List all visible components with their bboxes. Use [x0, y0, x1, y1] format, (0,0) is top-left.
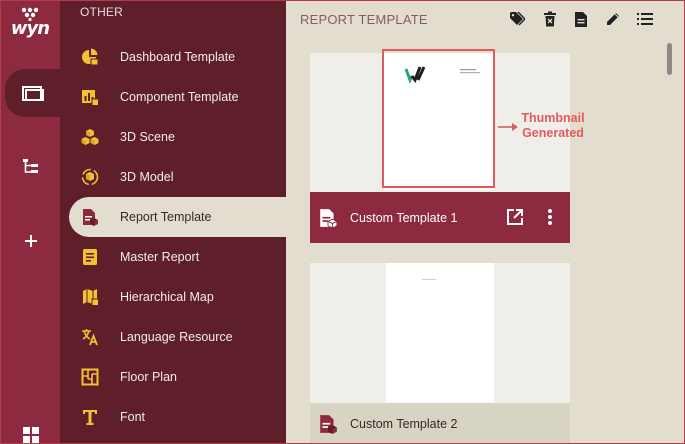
template-card-2[interactable]: Custom Template 2 — [310, 263, 570, 443]
category-font[interactable]: Font — [69, 397, 286, 437]
report-icon — [83, 209, 98, 226]
report-icon — [320, 415, 337, 434]
category-component-template[interactable]: Component Template — [69, 77, 286, 117]
category-label: 3D Scene — [120, 130, 175, 144]
font-icon — [83, 410, 97, 425]
tag-button[interactable] — [508, 10, 526, 28]
category-label: Master Report — [120, 250, 200, 264]
icon-rail: wyn — [1, 1, 60, 443]
template-name: Custom Template 1 — [350, 210, 458, 225]
category-label: Dashboard Template — [120, 50, 236, 64]
logo-text: wyn — [10, 18, 50, 39]
category-label: Font — [120, 410, 146, 424]
edit-icon — [607, 13, 619, 25]
category-label: Floor Plan — [120, 370, 177, 384]
annotation-arrow-icon — [498, 123, 518, 131]
open-template-button[interactable] — [506, 208, 524, 231]
scrollbar-thumb[interactable] — [667, 43, 672, 75]
category-floor-plan[interactable]: Floor Plan — [69, 357, 286, 397]
category-hierarchical-map[interactable]: Hierarchical Map — [69, 277, 286, 317]
category-report-template[interactable]: Report Template — [69, 197, 286, 237]
template-name: Custom Template 2 — [350, 417, 458, 431]
category-language-resource[interactable]: Language Resource — [69, 317, 286, 357]
pie-chart-icon — [82, 48, 99, 66]
more-vertical-icon — [548, 209, 552, 225]
thumbnail-highlight-box — [382, 49, 495, 188]
rail-add-button[interactable] — [1, 217, 60, 265]
grid-icon — [22, 427, 39, 443]
category-panel: OTHER Dashboard Template Component Templ… — [60, 1, 286, 443]
category-3d-scene[interactable]: 3D Scene — [69, 117, 286, 157]
report-icon — [320, 208, 338, 228]
hierarchy-icon — [22, 159, 38, 173]
wyn-logo[interactable]: wyn — [7, 5, 53, 45]
template-card-footer: Custom Template 2 — [310, 403, 570, 443]
category-label: Hierarchical Map — [120, 290, 214, 304]
category-section-title: OTHER — [80, 5, 123, 19]
tag-icon — [510, 11, 525, 26]
category-label: Report Template — [120, 210, 212, 224]
list-icon — [637, 13, 653, 25]
delete-icon — [544, 11, 556, 27]
template-thumbnail — [386, 263, 494, 403]
master-report-icon — [83, 249, 97, 265]
rail-apps-button[interactable] — [1, 411, 60, 443]
page-title: REPORT TEMPLATE — [300, 12, 428, 27]
app-window: wyn OTHER Dashboard Template Component T… — [0, 0, 685, 444]
thumbnail-placeholder-line — [422, 279, 436, 280]
category-label: Component Template — [120, 90, 239, 104]
template-card-footer: Custom Template 1 — [310, 192, 570, 243]
document-icon — [575, 11, 587, 27]
edit-button[interactable] — [604, 10, 622, 28]
map-icon — [83, 289, 99, 306]
more-options-button[interactable] — [544, 208, 556, 231]
delete-button[interactable] — [541, 10, 559, 28]
document-button[interactable] — [572, 10, 590, 28]
rail-documents-button[interactable] — [5, 69, 60, 117]
floor-plan-icon — [81, 368, 99, 386]
bar-chart-icon — [82, 90, 99, 106]
open-external-icon — [507, 209, 523, 225]
plus-icon — [24, 235, 37, 247]
category-3d-model[interactable]: 3D Model — [69, 157, 286, 197]
category-label: Language Resource — [120, 330, 233, 344]
folder-icon — [21, 86, 44, 101]
category-label: 3D Model — [120, 170, 174, 184]
translate-icon — [82, 329, 98, 346]
cube-icon — [81, 168, 99, 186]
rail-hierarchy-button[interactable] — [1, 142, 60, 190]
cubes-icon — [81, 129, 99, 145]
list-view-button[interactable] — [636, 10, 654, 28]
thumbnail-annotation: Thumbnail Generated — [521, 111, 585, 140]
category-dashboard-template[interactable]: Dashboard Template — [69, 37, 286, 77]
category-master-report[interactable]: Master Report — [69, 237, 286, 277]
